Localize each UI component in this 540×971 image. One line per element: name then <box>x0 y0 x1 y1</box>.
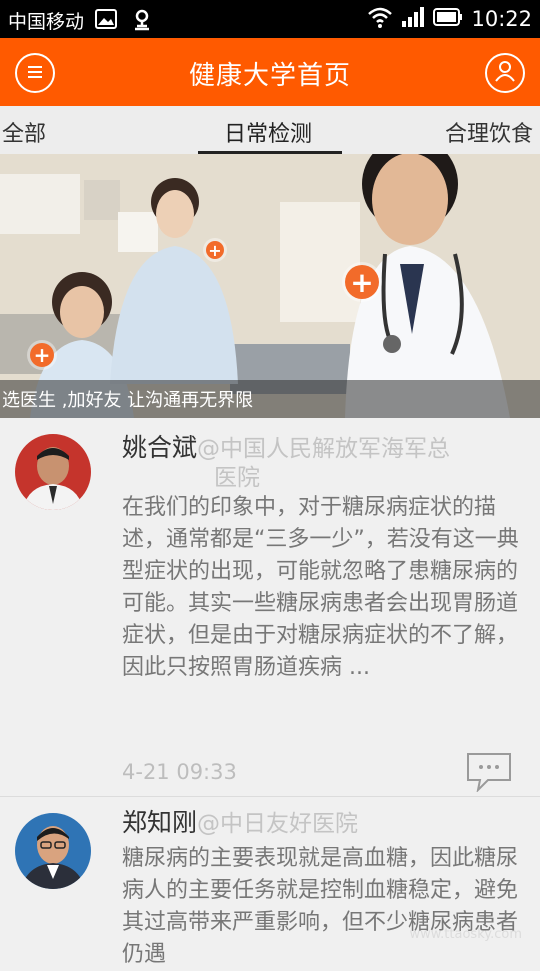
doctor-name-row: 郑知刚@中日友好医院 <box>122 803 358 839</box>
doctor-name[interactable]: 郑知刚 <box>122 808 197 837</box>
post-body[interactable]: 在我们的印象中，对于糖尿病症状的描述，通常都是“三多一少”，若没有这一典型症状的… <box>122 492 526 684</box>
tab-all[interactable]: 全部 <box>2 116 46 148</box>
add-doctor-button[interactable]: + <box>345 265 379 299</box>
status-bar: 中国移动 10:22 <box>0 0 540 38</box>
doctor-name[interactable]: 姚合斌 <box>122 433 197 462</box>
watermark: www.ttaosky.com <box>409 927 522 942</box>
doctors-banner-image <box>0 154 540 418</box>
post-timestamp: 4-21 09:33 <box>122 760 237 784</box>
banner-caption: 选医生 ,加好友 让沟通再无界限 <box>2 390 254 411</box>
add-doctor-button[interactable]: + <box>206 241 224 260</box>
avatar[interactable] <box>15 434 91 510</box>
category-tabs: 全部 日常检测 合理饮食 <box>0 106 540 155</box>
hospital-name-continued: 医院 <box>214 465 260 491</box>
profile-button[interactable] <box>485 53 525 93</box>
post-body[interactable]: 糖尿病的主要表现就是高血糖，因此糖尿病人的主要任务就是控制血糖稳定，避免其过高带… <box>122 843 526 971</box>
list-item[interactable]: 姚合斌@中国人民解放军海军总 医院 在我们的印象中，对于糖尿病症状的描述，通常都… <box>0 418 540 797</box>
carrier-label: 中国移动 <box>8 11 85 33</box>
doctor-name-row: 姚合斌@中国人民解放军海军总 <box>122 428 450 464</box>
signal-icon <box>401 6 425 32</box>
battery-icon <box>433 7 463 31</box>
user-icon <box>494 60 516 86</box>
image-icon <box>95 9 117 35</box>
clock-time: 10:22 <box>471 7 532 31</box>
tab-daily-check[interactable]: 日常检测 <box>224 116 312 148</box>
app-header: 健康大学首页 <box>0 38 540 106</box>
wifi-icon <box>367 6 393 32</box>
comment-icon[interactable] <box>466 752 512 794</box>
page-title: 健康大学首页 <box>188 61 351 91</box>
add-doctor-button[interactable]: + <box>30 343 54 367</box>
hospital-name[interactable]: @中日友好医院 <box>197 811 358 837</box>
tab-healthy-diet[interactable]: 合理饮食 <box>445 116 533 148</box>
banner-carousel[interactable]: + + + 选医生 ,加好友 让沟通再无界限 <box>0 154 540 418</box>
avatar[interactable] <box>15 813 91 889</box>
location-pin-icon <box>131 9 153 35</box>
banner-caption-bar: 选医生 ,加好友 让沟通再无界限 <box>0 380 540 418</box>
